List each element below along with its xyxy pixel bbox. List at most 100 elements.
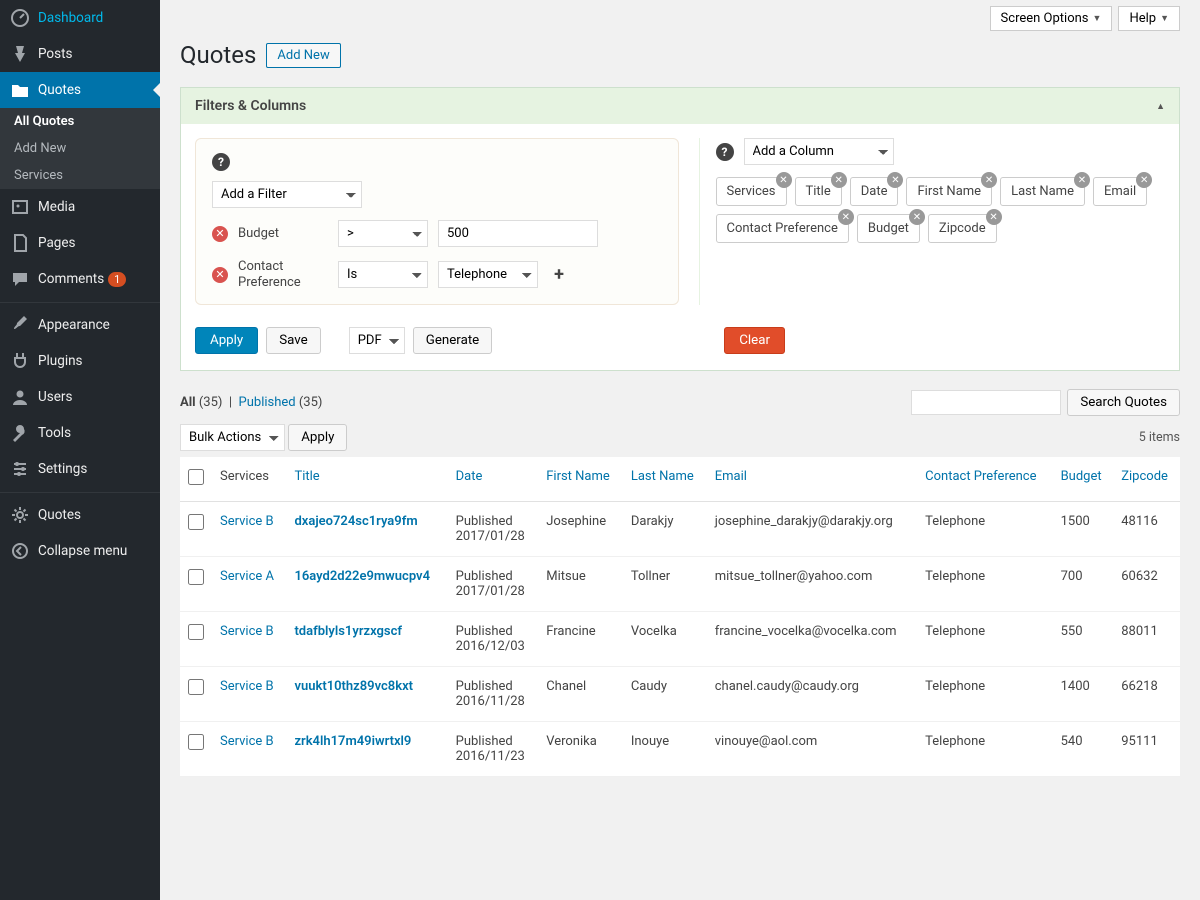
add-filter-select[interactable]: Add a Filter <box>212 181 362 208</box>
col-zipcode[interactable]: Zipcode <box>1113 457 1180 502</box>
cell-lastname: Caudy <box>623 667 707 722</box>
cell-zipcode: 66218 <box>1113 667 1180 722</box>
pin-icon <box>10 44 30 64</box>
row-checkbox[interactable] <box>188 734 204 750</box>
save-filters-button[interactable]: Save <box>266 327 321 354</box>
column-chip-zipcode[interactable]: Zipcode✕ <box>928 214 997 243</box>
sidebar-item-quotes[interactable]: Quotes <box>0 497 160 533</box>
col-last-name[interactable]: Last Name <box>623 457 707 502</box>
items-count: 5 items <box>1139 430 1180 445</box>
column-chip-budget[interactable]: Budget✕ <box>857 214 920 243</box>
column-chip-date[interactable]: Date✕ <box>850 177 899 206</box>
remove-chip-icon[interactable]: ✕ <box>838 209 854 225</box>
sidebar-subitem-add-new[interactable]: Add New <box>0 135 160 162</box>
cell-firstname: Chanel <box>538 667 623 722</box>
title-link[interactable]: zrk4lh17m49iwrtxl9 <box>294 734 411 749</box>
sidebar-item-pages[interactable]: Pages <box>0 225 160 261</box>
service-link[interactable]: Service B <box>220 514 274 529</box>
sidebar-item-tools[interactable]: Tools <box>0 415 160 451</box>
col-title[interactable]: Title <box>286 457 447 502</box>
help-icon[interactable]: ? <box>716 143 734 161</box>
service-link[interactable]: Service B <box>220 734 274 749</box>
remove-filter-icon[interactable]: ✕ <box>212 267 228 283</box>
filter-operator-select[interactable]: Is <box>338 261 428 288</box>
select-all-checkbox[interactable] <box>188 469 204 485</box>
chip-label: Title <box>806 184 831 199</box>
row-checkbox[interactable] <box>188 569 204 585</box>
column-chip-last-name[interactable]: Last Name✕ <box>1000 177 1085 206</box>
sidebar-item-appearance[interactable]: Appearance <box>0 307 160 343</box>
screen-top-bar: Screen Options ▼ Help ▼ <box>180 0 1180 37</box>
sidebar-item-users[interactable]: Users <box>0 379 160 415</box>
remove-chip-icon[interactable]: ✕ <box>981 172 997 188</box>
add-filter-icon[interactable]: + <box>548 264 570 286</box>
add-new-button[interactable]: Add New <box>266 43 340 68</box>
row-checkbox[interactable] <box>188 624 204 640</box>
sidebar-item-settings[interactable]: Settings <box>0 451 160 487</box>
sidebar-item-media[interactable]: Media <box>0 189 160 225</box>
cell-zipcode: 60632 <box>1113 557 1180 612</box>
sidebar-item-label: Plugins <box>38 353 83 369</box>
sidebar-item-plugins[interactable]: Plugins <box>0 343 160 379</box>
search-button[interactable]: Search Quotes <box>1067 389 1180 416</box>
service-link[interactable]: Service B <box>220 624 274 639</box>
sidebar-item-dashboard[interactable]: Dashboard <box>0 0 160 36</box>
column-chip-email[interactable]: Email✕ <box>1093 177 1147 206</box>
remove-filter-icon[interactable]: ✕ <box>212 226 228 242</box>
title-link[interactable]: tdafblyls1yrzxgscf <box>294 624 402 639</box>
help-button[interactable]: Help ▼ <box>1118 6 1180 31</box>
remove-chip-icon[interactable]: ✕ <box>831 172 847 188</box>
sidebar-item-comments[interactable]: Comments1 <box>0 261 160 297</box>
view-all[interactable]: All <box>180 395 196 410</box>
view-published[interactable]: Published <box>239 395 296 410</box>
sidebar-item-collapse-menu[interactable]: Collapse menu <box>0 533 160 569</box>
filter-value-input[interactable] <box>438 220 598 247</box>
service-link[interactable]: Service B <box>220 679 274 694</box>
add-column-select[interactable]: Add a Column <box>744 138 894 165</box>
column-chip-title[interactable]: Title✕ <box>795 177 842 206</box>
gear-icon <box>10 505 30 525</box>
service-link[interactable]: Service A <box>220 569 274 584</box>
apply-filters-button[interactable]: Apply <box>195 327 258 354</box>
col-contact-preference[interactable]: Contact Preference <box>917 457 1052 502</box>
filter-value-select[interactable]: Telephone <box>438 261 538 288</box>
remove-chip-icon[interactable]: ✕ <box>909 209 925 225</box>
row-checkbox[interactable] <box>188 679 204 695</box>
cell-zipcode: 95111 <box>1113 722 1180 777</box>
row-checkbox[interactable] <box>188 514 204 530</box>
title-link[interactable]: vuukt10thz89vc8kxt <box>294 679 413 694</box>
collapse-panel-icon[interactable]: ▲ <box>1156 101 1165 112</box>
col-date[interactable]: Date <box>448 457 539 502</box>
col-email[interactable]: Email <box>707 457 917 502</box>
title-link[interactable]: dxajeo724sc1rya9fm <box>294 514 417 529</box>
remove-chip-icon[interactable]: ✕ <box>986 209 1002 225</box>
sidebar-item-quotes[interactable]: Quotes <box>0 72 160 108</box>
bulk-actions-select[interactable]: Bulk Actions <box>180 424 285 451</box>
cell-firstname: Josephine <box>538 502 623 557</box>
remove-chip-icon[interactable]: ✕ <box>1074 172 1090 188</box>
remove-chip-icon[interactable]: ✕ <box>1136 172 1152 188</box>
screen-options-button[interactable]: Screen Options ▼ <box>990 6 1113 31</box>
generate-button[interactable]: Generate <box>413 327 493 354</box>
export-format-select[interactable]: PDF <box>349 327 405 354</box>
cell-email: mitsue_tollner@yahoo.com <box>707 557 917 612</box>
badge-count: 1 <box>108 272 126 287</box>
search-input[interactable] <box>911 390 1061 415</box>
column-chip-contact-preference[interactable]: Contact Preference✕ <box>716 214 849 243</box>
bulk-apply-button[interactable]: Apply <box>288 424 347 451</box>
col-budget[interactable]: Budget <box>1053 457 1114 502</box>
sidebar-subitem-all-quotes[interactable]: All Quotes <box>0 108 160 135</box>
sidebar-subitem-services[interactable]: Services <box>0 162 160 189</box>
filter-operator-select[interactable]: > <box>338 220 428 247</box>
sidebar-item-label: Appearance <box>38 317 110 333</box>
help-icon[interactable]: ? <box>212 153 230 171</box>
clear-button[interactable]: Clear <box>724 327 785 354</box>
cell-contact-pref: Telephone <box>917 667 1052 722</box>
title-link[interactable]: 16ayd2d22e9mwucpv4 <box>294 569 430 584</box>
remove-chip-icon[interactable]: ✕ <box>887 172 903 188</box>
col-first-name[interactable]: First Name <box>538 457 623 502</box>
column-chip-first-name[interactable]: First Name✕ <box>906 177 992 206</box>
remove-chip-icon[interactable]: ✕ <box>776 172 792 188</box>
sidebar-item-posts[interactable]: Posts <box>0 36 160 72</box>
column-chip-services[interactable]: Services✕ <box>716 177 787 206</box>
